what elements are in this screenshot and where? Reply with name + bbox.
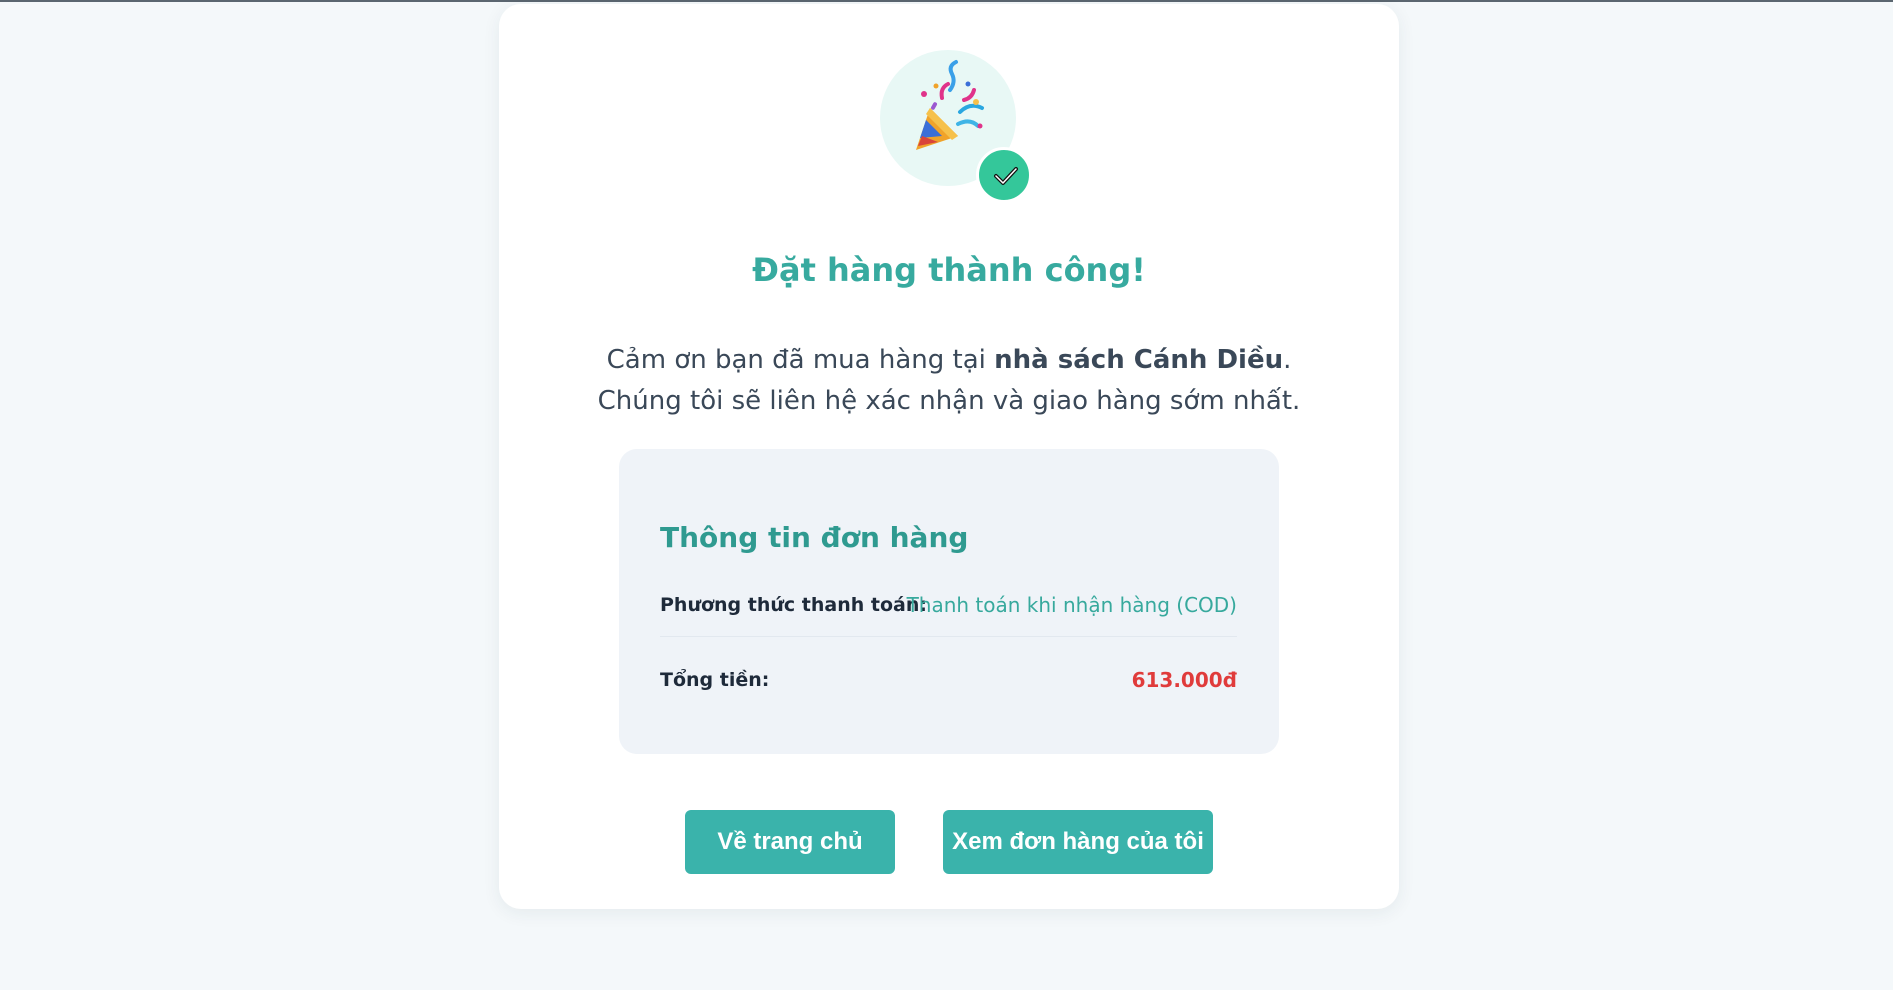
order-info-heading: Thông tin đơn hàng [660, 521, 969, 554]
page-title: Đặt hàng thành công! [752, 251, 1146, 289]
thanks-suffix: . [1283, 345, 1292, 375]
store-name: nhà sách Cánh Diều [994, 345, 1284, 375]
thanks-prefix: Cảm ơn bạn đã mua hàng tại [606, 345, 995, 375]
my-orders-button[interactable]: Xem đơn hàng của tôi [943, 810, 1213, 874]
payment-method-label: Phương thức thanh toán: [660, 594, 927, 616]
home-button[interactable]: Về trang chủ [685, 810, 895, 874]
divider [660, 636, 1237, 637]
total-label: Tổng tiền: [660, 669, 770, 691]
top-border [0, 0, 1893, 2]
payment-method-value: Thanh toán khi nhận hàng (COD) [906, 593, 1237, 617]
thank-you-message: Cảm ơn bạn đã mua hàng tại nhà sách Cánh… [499, 340, 1399, 422]
order-success-card: Đặt hàng thành công! Cảm ơn bạn đã mua h… [499, 4, 1399, 909]
total-value: 613.000đ [1131, 668, 1237, 692]
check-badge-icon [976, 147, 1032, 203]
order-info-panel: Thông tin đơn hàng Phương thức thanh toá… [619, 449, 1279, 754]
contact-line: Chúng tôi sẽ liên hệ xác nhận và giao hà… [597, 386, 1301, 416]
